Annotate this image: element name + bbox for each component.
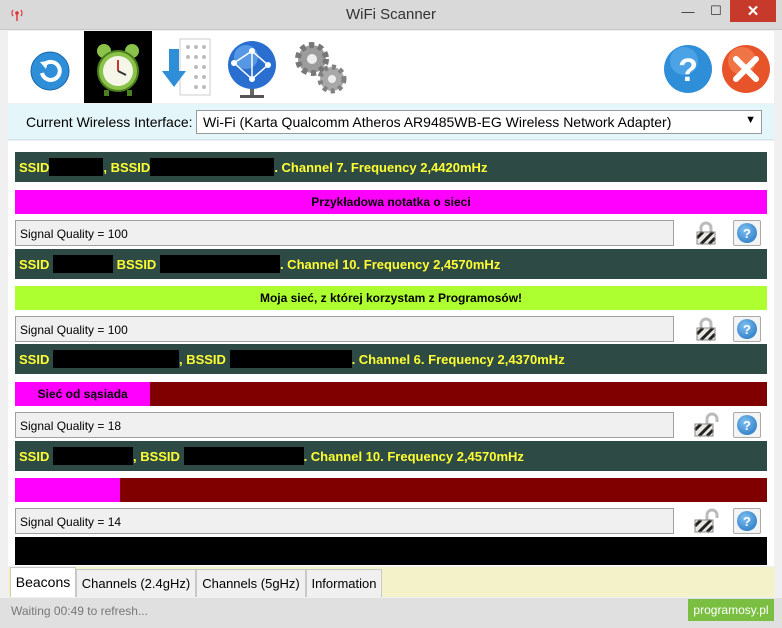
redacted-bssid (183, 447, 304, 466)
network-4-note (15, 478, 121, 502)
refresh-icon[interactable] (20, 35, 80, 99)
lock-closed-icon (695, 317, 717, 342)
network-4-ssid-bar: SSID , BSSID . Channel 10. Frequency 2,4… (15, 441, 767, 471)
brand-badge[interactable]: programosy.pl (688, 599, 774, 621)
lock-open-icon (693, 412, 719, 438)
network-1-info-button[interactable]: ? (733, 220, 761, 246)
ssid-label: SSID (19, 449, 50, 464)
tab-information[interactable]: Information (306, 569, 382, 597)
title-bar: WiFi Scanner — ☐ ✕ (0, 0, 782, 30)
ssid-label: SSID (19, 257, 50, 272)
network-4-info-button[interactable]: ? (733, 508, 761, 534)
network-5-partial-bar (15, 537, 767, 565)
network-2-ssid-bar: SSID BSSID . Channel 10. Frequency 2,457… (15, 249, 767, 279)
question-icon: ? (737, 511, 757, 531)
chevron-down-icon[interactable]: ▼ (745, 114, 756, 126)
network-3-note-track: Sieć od sąsiada (15, 382, 767, 406)
window-title: WiFi Scanner (345, 6, 437, 23)
toolbar: ? (8, 31, 774, 103)
minimize-button[interactable]: — (674, 0, 702, 22)
status-bar: Waiting 00:49 to refresh... (0, 598, 782, 628)
ssid-label: SSID (19, 352, 50, 367)
redacted-ssid (49, 158, 104, 177)
redacted-ssid (52, 447, 133, 466)
download-icon[interactable] (158, 35, 218, 99)
question-icon: ? (737, 415, 757, 435)
redacted-bssid (150, 158, 275, 177)
separator: , (103, 160, 111, 175)
network-2-note: Moja sieć, z której korzystam z Programo… (15, 286, 767, 310)
tab-channels-5[interactable]: Channels (5gHz) (196, 569, 306, 597)
help-icon[interactable]: ? (658, 35, 718, 99)
redacted-ssid (52, 350, 179, 369)
ssid-label: SSID (19, 160, 50, 175)
network-3-ssid-bar: SSID , BSSID . Channel 6. Frequency 2,43… (15, 344, 767, 374)
interface-select-value: Wi-Fi (Karta Qualcomm Atheros AR9485WB-E… (203, 114, 672, 130)
network-3-note: Sieć od sąsiada (15, 382, 151, 406)
refresh-status: Waiting 00:49 to refresh... (11, 604, 148, 618)
question-icon: ? (737, 223, 757, 243)
redacted-bssid (159, 255, 280, 274)
redacted-ssid (52, 255, 113, 274)
network-1-ssid-bar: SSID, BSSID . Channel 7. Frequency 2,4420… (15, 152, 767, 182)
question-icon: ? (737, 319, 757, 339)
network-2-signal: Signal Quality = 100 (15, 316, 674, 342)
settings-gears-icon[interactable] (290, 35, 350, 99)
interface-bar: Current Wireless Interface: Wi-Fi (Karta… (8, 104, 774, 140)
maximize-button[interactable]: ☐ (702, 0, 730, 22)
tab-channels-24[interactable]: Channels (2.4gHz) (76, 569, 196, 597)
bssid-label: BSSID (140, 449, 180, 464)
bssid-label: BSSID (116, 257, 157, 272)
network-3-info-button[interactable]: ? (733, 412, 761, 438)
interface-select[interactable]: Wi-Fi (Karta Qualcomm Atheros AR9485WB-E… (196, 110, 762, 134)
close-icon[interactable] (716, 35, 776, 99)
channel-frequency: . Channel 10. Frequency 2,4570mHz (279, 257, 501, 272)
channel-frequency: . Channel 10. Frequency 2,4570mHz (303, 449, 524, 464)
redacted-bssid (229, 350, 352, 369)
lock-closed-icon (695, 221, 717, 246)
bssid-label: BSSID (186, 352, 226, 367)
network-3-signal: Signal Quality = 18 (15, 412, 674, 438)
network-2-info-button[interactable]: ? (733, 316, 761, 342)
lock-open-icon (693, 508, 719, 534)
tab-beacons[interactable]: Beacons (10, 567, 76, 597)
network-4-signal: Signal Quality = 14 (15, 508, 674, 534)
interface-label: Current Wireless Interface: (26, 114, 193, 130)
network-1-note: Przykładowa notatka o sieci (15, 190, 767, 214)
svg-text:?: ? (678, 52, 698, 88)
tab-bar: Beacons Channels (2.4gHz) Channels (5gHz… (8, 567, 774, 597)
bssid-label: BSSID (110, 160, 151, 175)
window-close-button[interactable]: ✕ (730, 0, 776, 22)
channel-frequency: . Channel 7. Frequency 2,4420mHz (274, 160, 488, 175)
network-1-signal: Signal Quality = 100 (15, 220, 674, 246)
network-globe-icon[interactable] (222, 35, 282, 99)
network-4-note-track (15, 478, 767, 502)
alarm-clock-icon[interactable] (88, 35, 148, 99)
channel-frequency: . Channel 6. Frequency 2,4370mHz (351, 352, 565, 367)
